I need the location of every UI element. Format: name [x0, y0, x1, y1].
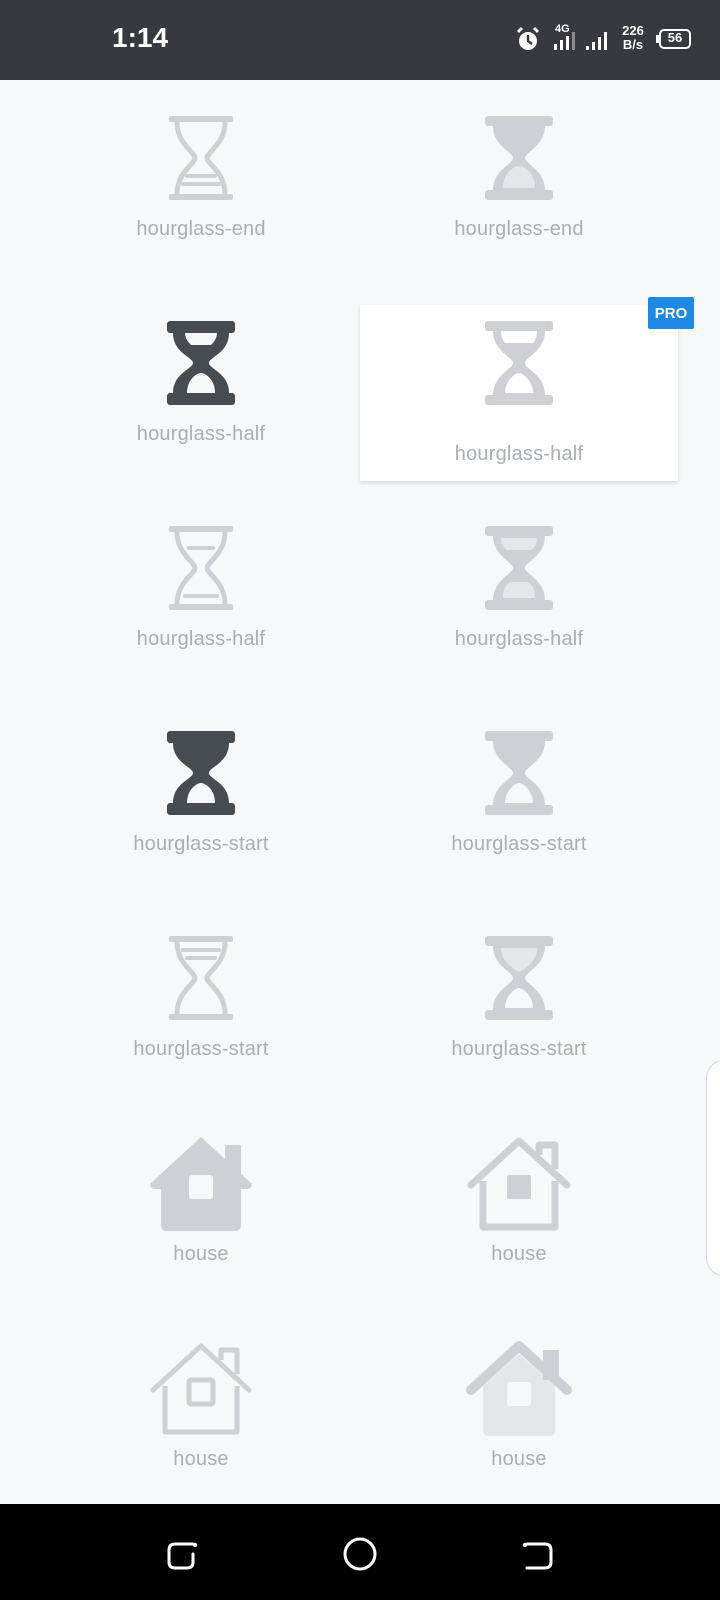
icon-cell[interactable]: house — [42, 1310, 360, 1486]
house-icon — [147, 1338, 255, 1438]
battery-level: 56 — [667, 30, 683, 45]
hourglass-end-icon — [161, 108, 241, 208]
icon-cell[interactable]: hourglass-start — [42, 695, 360, 871]
network-type: 4G — [555, 23, 570, 35]
navigation-bar — [0, 1504, 720, 1600]
net-speed-value: 226 — [622, 23, 644, 38]
icon-label: hourglass-half — [454, 628, 584, 650]
icon-cell[interactable]: house — [42, 1105, 360, 1281]
icon-cell[interactable]: hourglass-end — [42, 80, 360, 256]
icon-label: hourglass-end — [136, 218, 266, 240]
icon-grid: hourglass-end hourglass-end hourglass-ha… — [0, 80, 720, 1504]
house-icon — [465, 1338, 573, 1438]
icon-cell-selected[interactable]: hourglass-half PRO — [360, 297, 694, 481]
hourglass-half-icon — [479, 313, 559, 413]
icon-label: house — [173, 1448, 229, 1470]
pro-badge: PRO — [648, 297, 694, 329]
icon-cell[interactable]: hourglass-start — [360, 900, 678, 1076]
icon-label: hourglass-start — [133, 1038, 269, 1060]
icon-cell[interactable]: house — [360, 1310, 678, 1486]
icon-label: hourglass-start — [451, 833, 587, 855]
status-bar: 1:14 4G 226 B/s 56 — [0, 0, 720, 80]
status-icons: 4G 226 B/s 56 — [514, 20, 694, 60]
hourglass-end-icon — [479, 108, 559, 208]
icon-cell[interactable]: hourglass-start — [42, 900, 360, 1076]
icon-cell[interactable]: hourglass-end — [360, 80, 678, 256]
icon-label: hourglass-half — [136, 423, 266, 445]
home-button[interactable] — [340, 1534, 380, 1574]
hourglass-half-icon — [161, 518, 241, 618]
hourglass-half-icon — [161, 313, 241, 413]
back-button[interactable] — [517, 1534, 557, 1574]
alarm-icon — [516, 26, 540, 50]
recent-apps-icon — [167, 1542, 198, 1570]
status-time: 1:14 — [112, 22, 169, 53]
icon-cell[interactable]: hourglass-half — [42, 490, 360, 666]
signal-icon — [586, 32, 607, 50]
recent-apps-button[interactable] — [163, 1534, 203, 1574]
back-icon — [522, 1542, 553, 1570]
hourglass-start-icon — [479, 723, 559, 823]
icon-label: house — [173, 1243, 229, 1265]
side-panel-handle[interactable] — [706, 1060, 720, 1276]
icon-cell[interactable]: hourglass-half — [360, 490, 678, 666]
hourglass-start-icon — [161, 928, 241, 1028]
icon-label: hourglass-half — [454, 443, 584, 465]
icon-label: hourglass-start — [133, 833, 269, 855]
net-speed-unit: B/s — [622, 37, 644, 52]
hourglass-start-icon — [161, 723, 241, 823]
hourglass-start-icon — [479, 928, 559, 1028]
house-icon — [465, 1133, 573, 1233]
hourglass-half-icon — [479, 518, 559, 618]
icon-cell[interactable]: hourglass-half — [42, 285, 360, 461]
icon-cell[interactable]: hourglass-start — [360, 695, 678, 871]
icon-cell[interactable]: house — [360, 1105, 678, 1281]
icon-label: hourglass-start — [451, 1038, 587, 1060]
net-speed: 226 B/s — [617, 24, 649, 52]
icon-label: house — [491, 1243, 547, 1265]
house-icon — [147, 1133, 255, 1233]
icon-label: house — [491, 1448, 547, 1470]
icon-label: hourglass-end — [454, 218, 584, 240]
icon-label: hourglass-half — [136, 628, 266, 650]
home-icon — [343, 1537, 377, 1571]
